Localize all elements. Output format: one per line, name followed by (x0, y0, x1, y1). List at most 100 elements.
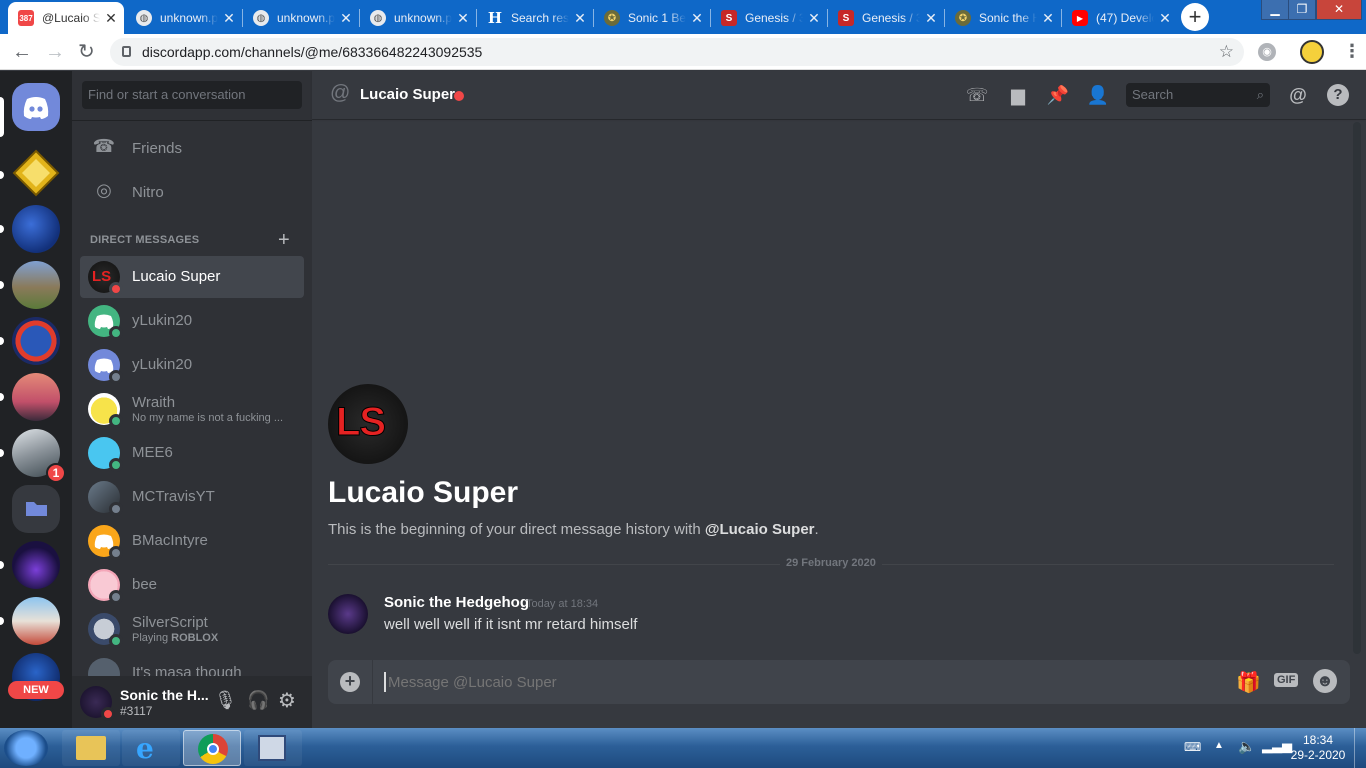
browser-tab[interactable]: 387 @Lucaio Super ✕ (8, 2, 124, 34)
user-panel: Sonic the H... #3117 🎙 🎧 ⚙ (72, 676, 312, 728)
server-icon[interactable] (12, 205, 60, 253)
add-friends-to-dm-icon[interactable]: 👤 (1086, 84, 1110, 106)
nitro-icon: ◎ (96, 180, 112, 200)
minimize-button[interactable]: ▁ (1261, 0, 1289, 20)
close-icon[interactable]: ✕ (456, 10, 470, 27)
volume-icon[interactable]: 🔈 (1238, 738, 1255, 755)
chrome-menu-icon[interactable]: ⋮ (1343, 41, 1361, 62)
video-call-icon[interactable]: ▆ (1006, 84, 1030, 106)
start-voice-call-icon[interactable]: ☏ (965, 84, 989, 106)
forward-icon[interactable]: → (45, 42, 65, 62)
headphones-icon[interactable]: 🎧 (247, 690, 269, 711)
dm-item[interactable]: BMacIntyre (80, 520, 304, 562)
server-icon[interactable] (12, 317, 60, 365)
channel-name: Lucaio Super (360, 86, 456, 103)
app-taskbar-button[interactable] (244, 730, 302, 766)
back-icon[interactable]: ← (12, 42, 32, 62)
avatar[interactable] (328, 594, 368, 634)
dm-item[interactable]: LS Lucaio Super (80, 256, 304, 298)
browser-tab[interactable]: ◍ unknown.png ✕ (126, 2, 242, 34)
close-icon[interactable]: ✕ (104, 10, 118, 27)
browser-tab[interactable]: S Genesis / 32X ✕ (828, 2, 944, 34)
dm-item[interactable]: Wraith No my name is not a fucking ... (80, 388, 304, 430)
dm-name: SilverScript (132, 614, 208, 631)
create-dm-button[interactable]: + (278, 229, 290, 252)
gift-icon[interactable]: 🎁 (1236, 670, 1261, 695)
dm-item[interactable]: MCTravisYT (80, 476, 304, 518)
close-icon[interactable]: ✕ (1158, 10, 1172, 27)
nitro-nav[interactable]: ◎ Nitro (80, 171, 304, 213)
ie-taskbar-button[interactable]: e (122, 730, 180, 766)
window-close-button[interactable]: ✕ (1316, 0, 1362, 20)
message-author[interactable]: Sonic the Hedgehog (384, 594, 529, 611)
bookmark-star-icon[interactable]: ☆ (1219, 38, 1234, 66)
message-input[interactable] (384, 672, 1224, 692)
close-icon[interactable]: ✕ (807, 10, 821, 27)
help-icon[interactable]: ? (1327, 84, 1349, 106)
server-icon[interactable] (12, 261, 60, 309)
avatar[interactable] (80, 686, 115, 721)
dm-custom-status: No my name is not a fucking ... (132, 412, 284, 424)
url-field[interactable]: discordapp.com/channels/@me/683366482243… (110, 38, 1244, 66)
sonic-icon: ✪ (955, 10, 971, 26)
avatar (88, 305, 123, 340)
mentions-icon[interactable]: @ (1286, 84, 1310, 106)
tab-title: Search results (511, 11, 569, 25)
emoji-picker-icon[interactable]: ☻ (1313, 669, 1337, 693)
browser-tab[interactable]: ◍ unknown.png ✕ (360, 2, 476, 34)
show-desktop-button[interactable] (1354, 728, 1366, 768)
close-icon[interactable]: ✕ (924, 10, 938, 27)
server-icon[interactable] (12, 149, 60, 197)
start-button[interactable] (4, 730, 48, 766)
friends-nav[interactable]: ☎ Friends (80, 127, 304, 169)
server-icon[interactable] (12, 541, 60, 589)
dm-item[interactable]: yLukin20 (80, 300, 304, 342)
clock[interactable]: 18:34 29-2-2020 (1290, 733, 1346, 763)
online-status-icon (109, 458, 123, 472)
close-icon[interactable]: ✕ (339, 10, 353, 27)
dm-item[interactable]: It's masa though (80, 652, 304, 676)
close-icon[interactable]: ✕ (222, 10, 236, 27)
mute-mic-icon[interactable]: 🎙 (214, 690, 237, 711)
scrollbar[interactable] (1353, 122, 1361, 654)
profile-avatar[interactable] (1300, 40, 1324, 64)
browser-tab[interactable]: S Genesis / 32X ✕ (711, 2, 827, 34)
show-hidden-icons[interactable]: ▲ (1214, 740, 1224, 751)
server-folder[interactable] (12, 485, 60, 533)
server-icon[interactable] (12, 373, 60, 421)
spriters-icon: S (838, 10, 854, 26)
dm-activity: Playing ROBLOX (132, 632, 219, 644)
header-search-input[interactable]: Search ⌕ (1126, 83, 1270, 107)
dm-name: yLukin20 (132, 312, 193, 329)
explorer-taskbar-button[interactable] (62, 730, 120, 766)
close-icon[interactable]: ✕ (690, 10, 704, 27)
close-icon[interactable]: ✕ (1041, 10, 1055, 27)
browser-tab[interactable]: ✪ Sonic the Hedgehog ✕ (945, 2, 1061, 34)
upload-plus-icon[interactable]: + (340, 672, 360, 692)
find-conversation-input[interactable]: Find or start a conversation (82, 81, 302, 109)
network-icon[interactable]: ▂▃▅ (1262, 738, 1292, 754)
keyboard-icon[interactable]: ⌨ (1184, 740, 1201, 754)
address-bar-row: ← → ↻ discordapp.com/channels/@me/683366… (0, 34, 1366, 70)
dm-item[interactable]: bee (80, 564, 304, 606)
new-tab-button[interactable]: + (1181, 3, 1209, 31)
browser-tab[interactable]: H Search results ✕ (477, 2, 593, 34)
browser-tab[interactable]: ◍ unknown.png ✕ (243, 2, 359, 34)
server-icon[interactable]: 1 (12, 429, 66, 483)
maximize-button[interactable]: ❐ (1288, 0, 1316, 20)
extension-icon[interactable]: ◉ (1258, 43, 1276, 61)
dm-item[interactable]: MEE6 (80, 432, 304, 474)
chrome-taskbar-button[interactable] (183, 730, 241, 766)
server-icon[interactable] (12, 597, 60, 645)
reload-icon[interactable]: ↻ (78, 42, 95, 62)
close-icon[interactable]: ✕ (573, 10, 587, 27)
browser-tab[interactable]: ▶ (47) Developer ✕ (1062, 2, 1178, 34)
browser-tab[interactable]: ✪ Sonic 1 Beta ✕ (594, 2, 710, 34)
dm-item[interactable]: SilverScript Playing ROBLOX (80, 608, 304, 650)
server-icon[interactable]: NEW (8, 653, 64, 701)
settings-gear-icon[interactable]: ⚙ (278, 688, 296, 713)
pinned-messages-icon[interactable]: 📌 (1046, 84, 1070, 106)
home-button[interactable] (12, 83, 60, 131)
dm-item[interactable]: yLukin20 (80, 344, 304, 386)
gif-button[interactable]: GIF (1274, 673, 1299, 687)
